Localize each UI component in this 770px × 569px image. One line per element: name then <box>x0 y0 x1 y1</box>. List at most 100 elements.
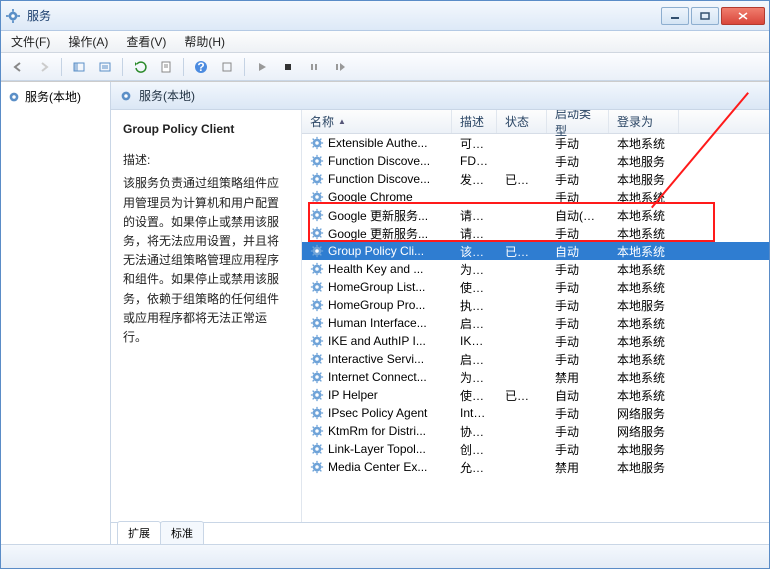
cell-name: Group Policy Cli... <box>328 244 424 258</box>
col-startup[interactable]: 启动类型 <box>547 110 609 133</box>
cell-status <box>497 232 547 234</box>
table-row[interactable]: IP Helper使用...已启动自动本地系统 <box>302 386 769 404</box>
client-area: 服务(本地) 服务(本地) Group Policy Client 描述: 该服… <box>1 81 769 544</box>
table-row[interactable]: Media Center Ex...允许...禁用本地服务 <box>302 458 769 476</box>
cell-desc: 为家... <box>452 368 497 387</box>
cell-startup: 禁用 <box>547 368 609 387</box>
menu-file[interactable]: 文件(F) <box>7 31 54 52</box>
gear-icon <box>310 424 324 438</box>
cell-desc: FDP... <box>452 153 497 169</box>
gear-icon <box>7 90 21 104</box>
refresh-button[interactable] <box>129 56 151 78</box>
table-row[interactable]: Human Interface...启用...手动本地系统 <box>302 314 769 332</box>
cell-status <box>497 286 547 288</box>
cell-status <box>497 376 547 378</box>
cell-startup: 手动 <box>547 332 609 351</box>
menu-help[interactable]: 帮助(H) <box>180 31 229 52</box>
cell-logon: 本地系统 <box>609 134 679 153</box>
cell-desc: 发布... <box>452 170 497 189</box>
cell-startup: 手动 <box>547 404 609 423</box>
cell-logon: 网络服务 <box>609 422 679 441</box>
cell-startup: 手动 <box>547 296 609 315</box>
menu-view[interactable]: 查看(V) <box>122 31 170 52</box>
table-row[interactable]: HomeGroup List...使本...手动本地系统 <box>302 278 769 296</box>
cell-desc: 协调... <box>452 422 497 441</box>
cell-status <box>497 160 547 162</box>
table-row[interactable]: Extensible Authe...可扩...手动本地系统 <box>302 134 769 152</box>
cell-desc: 该服... <box>452 242 497 261</box>
table-row[interactable]: Google Chrome手动本地系统 <box>302 188 769 206</box>
cell-name: Internet Connect... <box>328 370 427 384</box>
cell-name: Google 更新服务... <box>328 207 428 224</box>
forward-button[interactable] <box>33 56 55 78</box>
properties-button[interactable] <box>155 56 177 78</box>
start-button[interactable] <box>251 56 273 78</box>
table-row[interactable]: Google 更新服务...请确...手动本地系统 <box>302 224 769 242</box>
cell-startup: 手动 <box>547 422 609 441</box>
col-status[interactable]: 状态 <box>497 110 547 133</box>
cell-startup: 手动 <box>547 314 609 333</box>
table-row[interactable]: IPsec Policy AgentInter...手动网络服务 <box>302 404 769 422</box>
table-row[interactable]: Health Key and ...为网...手动本地系统 <box>302 260 769 278</box>
grid-body[interactable]: Extensible Authe...可扩...手动本地系统Function D… <box>302 134 769 476</box>
cell-logon: 本地系统 <box>609 224 679 243</box>
table-row[interactable]: Interactive Servi...启用...手动本地系统 <box>302 350 769 368</box>
cell-logon: 本地系统 <box>609 314 679 333</box>
cell-name: Extensible Authe... <box>328 136 427 150</box>
export-button[interactable] <box>94 56 116 78</box>
close-button[interactable] <box>721 7 765 25</box>
gear-icon <box>310 226 324 240</box>
app-icon <box>5 8 21 24</box>
gear-icon <box>310 190 324 204</box>
cell-startup: 手动 <box>547 134 609 153</box>
table-row[interactable]: IKE and AuthIP I...IKEE...手动本地系统 <box>302 332 769 350</box>
show-hide-button[interactable] <box>68 56 90 78</box>
cell-logon: 本地系统 <box>609 188 679 207</box>
tab-standard[interactable]: 标准 <box>160 521 204 544</box>
cell-startup: 手动 <box>547 278 609 297</box>
cell-status <box>497 322 547 324</box>
table-row[interactable]: Google 更新服务...请确...自动(延迟...本地系统 <box>302 206 769 224</box>
col-name[interactable]: 名称▲ <box>302 110 452 133</box>
cell-name: Link-Layer Topol... <box>328 442 426 456</box>
table-row[interactable]: Function Discove...FDP...手动本地服务 <box>302 152 769 170</box>
gear-icon <box>310 298 324 312</box>
col-logon[interactable]: 登录为 <box>609 110 679 133</box>
cell-status <box>497 358 547 360</box>
cell-logon: 本地服务 <box>609 458 679 477</box>
table-row[interactable]: HomeGroup Pro...执行...手动本地服务 <box>302 296 769 314</box>
back-button[interactable] <box>7 56 29 78</box>
restart-button[interactable] <box>329 56 351 78</box>
tab-extended[interactable]: 扩展 <box>117 521 161 544</box>
minimize-button[interactable] <box>661 7 689 25</box>
titlebar[interactable]: 服务 <box>1 1 769 31</box>
table-row[interactable]: Link-Layer Topol...创建...手动本地服务 <box>302 440 769 458</box>
table-row[interactable]: KtmRm for Distri... 协调... 手动网络服务 <box>302 422 769 440</box>
services-window: 服务 文件(F) 操作(A) 查看(V) 帮助(H) ? <box>0 0 770 569</box>
cell-desc: 请确... <box>452 206 497 225</box>
pause-button[interactable] <box>303 56 325 78</box>
cell-name: KtmRm for Distri... <box>328 424 426 438</box>
cell-desc: 创建... <box>452 440 497 459</box>
extra-button[interactable] <box>216 56 238 78</box>
gear-icon <box>310 406 324 420</box>
maximize-button[interactable] <box>691 7 719 25</box>
menu-action[interactable]: 操作(A) <box>64 31 112 52</box>
detail-pane: Group Policy Client 描述: 该服务负责通过组策略组件应用管理… <box>111 110 301 522</box>
desc-label: 描述: <box>123 151 289 170</box>
tab-strip: 扩展 标准 <box>111 522 769 544</box>
cell-name: IKE and AuthIP I... <box>328 334 426 348</box>
table-row[interactable]: Group Policy Cli...该服...已启动自动本地系统 <box>302 242 769 260</box>
help-button[interactable]: ? <box>190 56 212 78</box>
toolbar: ? <box>1 53 769 81</box>
cell-startup: 手动 <box>547 260 609 279</box>
table-row[interactable]: Function Discove...发布...已启动手动本地服务 <box>302 170 769 188</box>
cell-logon: 本地系统 <box>609 386 679 405</box>
col-desc[interactable]: 描述 <box>452 110 497 133</box>
tree-pane[interactable]: 服务(本地) <box>1 82 111 544</box>
cell-startup: 禁用 <box>547 458 609 477</box>
stop-button[interactable] <box>277 56 299 78</box>
table-row[interactable]: Internet Connect...为家...禁用本地系统 <box>302 368 769 386</box>
cell-desc: 请确... <box>452 224 497 243</box>
tree-root-item[interactable]: 服务(本地) <box>5 86 106 107</box>
